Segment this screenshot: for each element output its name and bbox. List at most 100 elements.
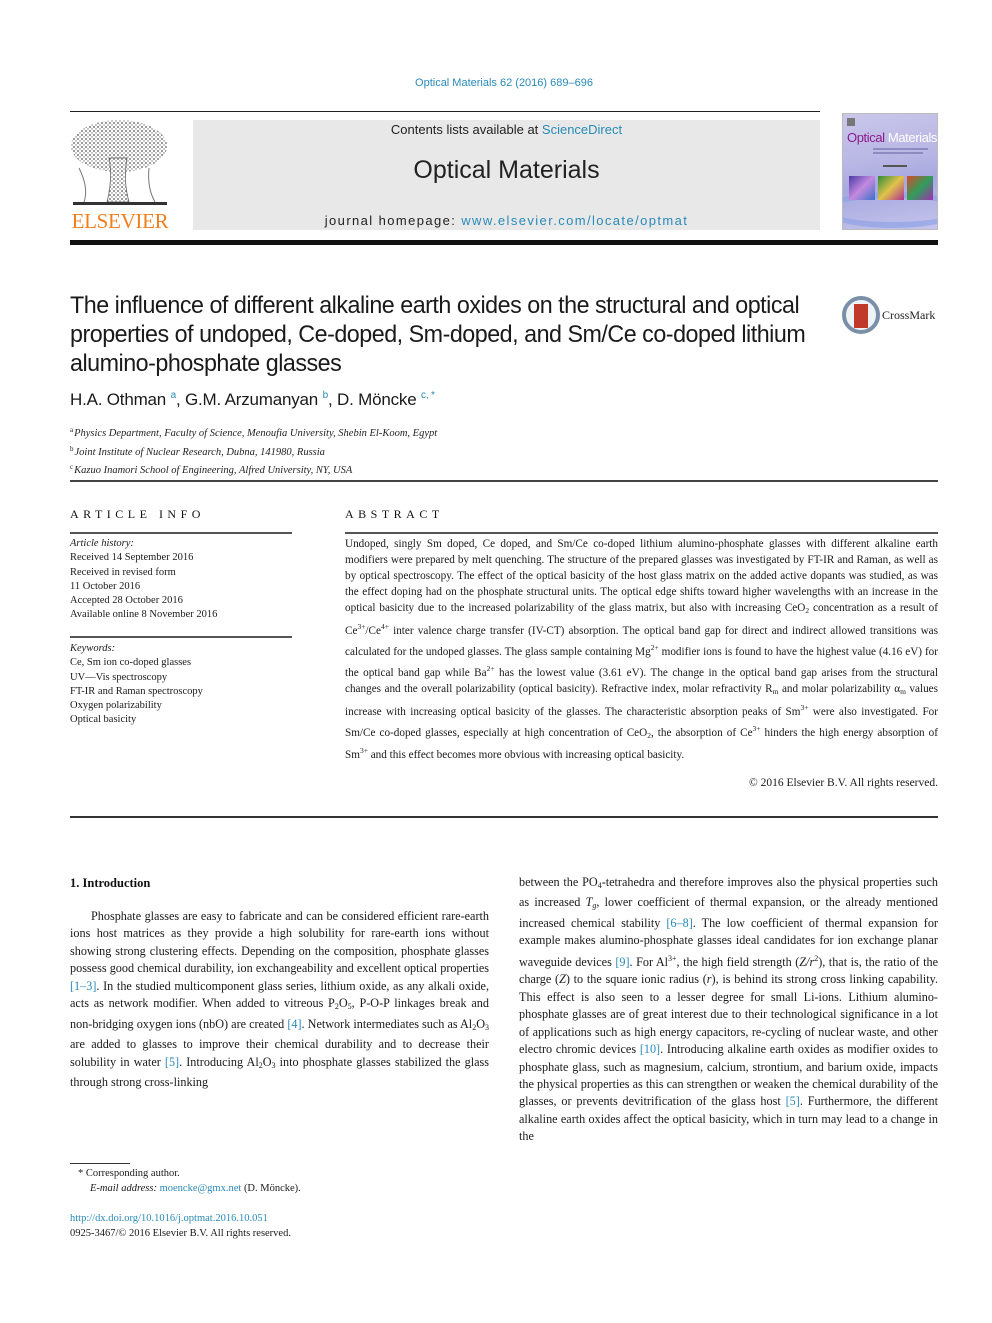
text-fragment: 3+ [359,746,368,756]
history-item: Available online 8 November 2016 [70,609,218,621]
abstract-copyright: © 2016 Elsevier B.V. All rights reserved… [749,777,938,789]
email-label: E-mail address: [90,1183,160,1194]
body-text-right-column: between the PO4-tetrahedra and therefore… [519,874,938,1146]
divider [70,480,938,482]
text-fragment: . For Al [629,954,669,969]
header-top-rule [70,111,820,112]
citation-link[interactable]: [9] [615,955,629,969]
email-note: E-mail address: moencke@gmx.net (D. Mönc… [70,1181,301,1196]
article-title: The influence of different alkaline eart… [70,292,806,377]
abstract-text: Undoped, singly Sm doped, Ce doped, and … [345,537,938,764]
affiliation-item: cKazuo Inamori School of Engineering, Al… [70,460,437,479]
affiliation-text: Joint Institute of Nuclear Research, Dub… [74,446,325,458]
affiliations: aPhysics Department, Faculty of Science,… [70,423,437,479]
text-fragment: between the PO [519,875,598,889]
affiliation-item: bJoint Institute of Nuclear Research, Du… [70,442,437,461]
corresponding-author-note: * Corresponding author. [70,1166,301,1181]
elsevier-logo[interactable]: ELSEVIER [69,118,171,234]
history-item: Received in revised form [70,566,176,578]
keyword-item: Optical basicity [70,714,137,726]
footnote-text: Corresponding author. [83,1168,180,1179]
text-fragment: . Introducing Al [179,1054,259,1069]
citation-link[interactable]: [10] [640,1042,660,1056]
article-info-heading: ARTICLE INFO [70,507,205,521]
text-fragment: Z [559,972,566,987]
homepage-line: journal homepage: www.elsevier.com/locat… [193,213,820,228]
text-fragment: O [338,996,348,1011]
author-separator: , [327,390,338,409]
text-fragment: and molar polarizability α [778,682,901,695]
abstract-heading: ABSTRACT [345,507,444,521]
contents-prefix: Contents lists available at [390,122,542,137]
text-fragment: 2+ [486,663,495,673]
text-fragment: , the absorption of Ce [650,726,753,739]
journal-homepage-link[interactable]: www.elsevier.com/locate/optmat [461,213,688,228]
crossmark-button[interactable]: CrossMark [842,296,942,336]
citation-link[interactable]: [5] [165,1055,179,1069]
cover-text-line [873,148,928,150]
body-text-left-column: Phosphate glasses are easy to fabricate … [70,908,489,1092]
text-fragment: 3+ [668,953,677,963]
doi-block: http://dx.doi.org/10.1016/j.optmat.2016.… [70,1211,291,1241]
journal-header-band: Contents lists available at ScienceDirec… [193,120,820,230]
cover-title: Optical Materials [847,130,937,145]
keywords: Keywords: Ce, Sm ion co-doped glasses UV… [70,642,292,728]
citation-link[interactable]: [6–8] [666,916,692,930]
author-affiliation-link[interactable]: c, * [421,390,435,401]
crossmark-label: CrossMark [882,308,936,322]
text-fragment: 4+ [380,621,389,631]
author-name[interactable]: G.M. Arzumanyan [185,390,318,409]
elsevier-tree-icon [71,120,167,205]
text-fragment: O [476,1016,485,1031]
doi-link[interactable]: http://dx.doi.org/10.1016/j.optmat.2016.… [70,1211,291,1226]
contents-line: Contents lists available at ScienceDirec… [193,122,820,137]
author-name[interactable]: D. Möncke [337,390,417,409]
citation-link[interactable]: [1–3] [70,979,96,993]
text-fragment: O [262,1054,272,1069]
history-item: 11 October 2016 [70,580,141,592]
sciencedirect-link[interactable]: ScienceDirect [542,122,622,137]
journal-citation-link[interactable]: Optical Materials 62 (2016) 689–696 [0,77,992,89]
issn-copyright: 0925-3467/© 2016 Elsevier B.V. All right… [70,1228,291,1239]
article-history: Article history: Received 14 September 2… [70,537,292,623]
footnotes: * Corresponding author. E-mail address: … [70,1166,301,1196]
affiliation-key: b [70,444,74,453]
article-info-rule [70,532,292,534]
author-name[interactable]: H.A. Othman [70,390,166,409]
keywords-label: Keywords: [70,643,116,654]
keyword-item: Ce, Sm ion co-doped glasses [70,657,192,669]
cover-title-word-1: Optical [847,130,885,145]
footnote-rule [70,1163,130,1164]
homepage-prefix: journal homepage: [324,213,462,228]
header-bottom-rule [70,240,938,245]
citation-link[interactable]: [5] [786,1094,800,1108]
text-fragment: 3+ [752,723,761,733]
cover-title-word-2: Materials [887,130,938,145]
email-link[interactable]: moencke@gmx.net [160,1183,242,1194]
cover-editor-line [883,165,907,167]
divider [70,816,938,818]
affiliation-item: aPhysics Department, Faculty of Science,… [70,423,437,442]
elsevier-wordmark: ELSEVIER [71,209,169,233]
affiliation-text: Kazuo Inamori School of Engineering, Alf… [74,465,353,476]
cover-publisher-mark [847,118,855,126]
abstract-rule [345,532,938,534]
text-fragment: and this effect becomes more obvious wit… [367,749,685,762]
keyword-item: FT-IR and Raman spectroscopy [70,685,203,697]
section-heading-introduction: 1. Introduction [70,876,151,890]
text-fragment: /Ce [365,624,381,637]
affiliation-key: a [70,426,74,434]
journal-cover-image[interactable]: Optical Materials [842,113,938,230]
cover-picture [849,176,875,200]
cover-text-line [873,152,923,154]
text-fragment: ) to the square ionic radius ( [565,972,707,987]
author-list: H.A. Othman a, G.M. Arzumanyan b, D. Mön… [70,390,435,410]
keywords-rule [70,636,292,638]
text-fragment: , the high field strength ( [676,954,800,969]
citation-link[interactable]: [4] [287,1017,301,1031]
history-label: Article history: [70,538,134,549]
text-fragment: . Network intermediates such as Al [301,1016,473,1031]
text-fragment: Phosphate glasses are easy to fabricate … [70,909,489,976]
crossmark-icon [842,296,880,334]
crossmark-ribbon [854,304,868,328]
